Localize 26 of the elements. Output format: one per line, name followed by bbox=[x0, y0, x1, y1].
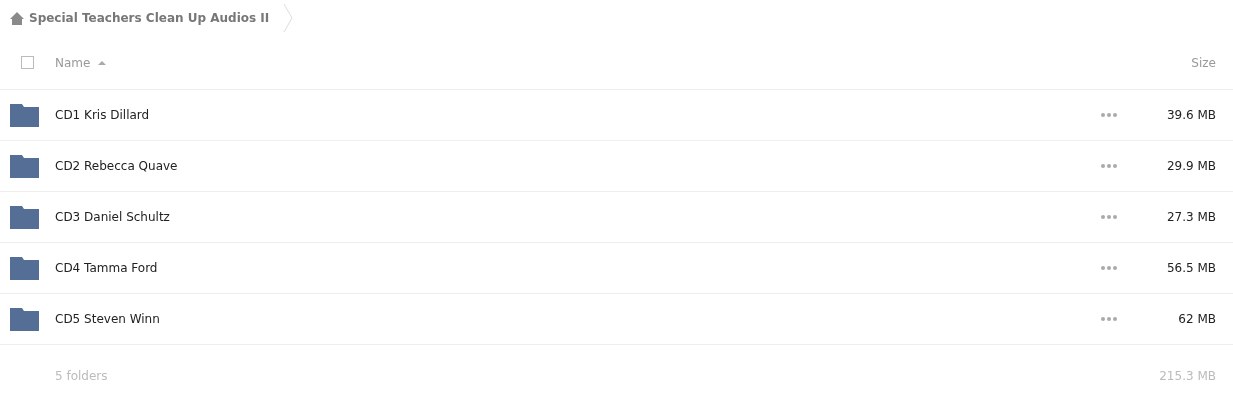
more-icon[interactable] bbox=[1101, 215, 1117, 219]
breadcrumb-link[interactable]: Special Teachers Clean Up Audios II bbox=[29, 9, 270, 27]
folder-icon bbox=[10, 205, 39, 229]
chevron-icon bbox=[283, 3, 294, 33]
folder-size: 56.5 MB bbox=[1165, 260, 1217, 277]
folder-icon bbox=[10, 256, 39, 280]
folder-name[interactable]: CD3 Daniel Schultz bbox=[55, 208, 1101, 226]
more-icon[interactable] bbox=[1101, 317, 1117, 321]
more-icon[interactable] bbox=[1101, 164, 1117, 168]
folder-size: 29.9 MB bbox=[1165, 158, 1217, 175]
folder-size: 39.6 MB bbox=[1165, 107, 1217, 124]
folder-icon bbox=[10, 307, 39, 331]
folder-icon bbox=[10, 154, 39, 178]
home-icon bbox=[10, 11, 24, 25]
folder-icon bbox=[10, 103, 39, 127]
select-all-checkbox[interactable] bbox=[21, 56, 34, 69]
folder-name[interactable]: CD1 Kris Dillard bbox=[55, 106, 1101, 124]
folder-name[interactable]: CD2 Rebecca Quave bbox=[55, 157, 1101, 175]
folder-name[interactable]: CD5 Steven Winn bbox=[55, 310, 1101, 328]
folder-count: 5 folders bbox=[54, 368, 109, 385]
total-size: 215.3 MB bbox=[1159, 368, 1217, 385]
folder-name[interactable]: CD4 Tamma Ford bbox=[55, 259, 1101, 277]
more-icon[interactable] bbox=[1101, 266, 1117, 270]
more-icon[interactable] bbox=[1101, 113, 1117, 117]
folder-size: 62 MB bbox=[1177, 311, 1217, 328]
folder-size: 27.3 MB bbox=[1165, 209, 1217, 226]
